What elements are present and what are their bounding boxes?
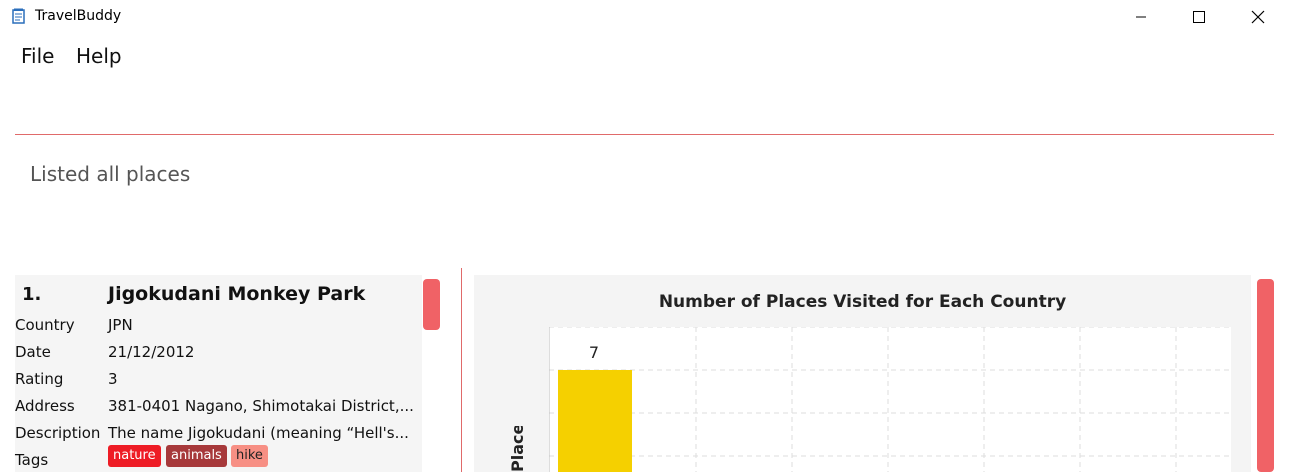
description-label: Description <box>15 424 101 442</box>
close-button[interactable] <box>1235 0 1281 34</box>
address-value: 381-0401 Nagano, Shimotakai District,... <box>108 397 414 415</box>
maximize-icon <box>1193 11 1205 23</box>
tag-animals: animals <box>166 445 227 467</box>
title-bar: TravelBuddy <box>0 0 1289 34</box>
menu-file[interactable]: File <box>21 44 54 68</box>
place-index: 1. <box>22 284 42 305</box>
rating-value: 3 <box>108 370 118 388</box>
command-box-divider <box>15 134 1274 135</box>
country-value: JPN <box>108 316 133 334</box>
result-display: Listed all places <box>30 162 191 186</box>
tag-nature: nature <box>108 445 161 467</box>
tags-label: Tags <box>15 451 49 469</box>
tag-hike: hike <box>231 445 268 467</box>
chart-panel-scrollbar[interactable] <box>1257 279 1274 472</box>
panel-divider <box>461 268 462 472</box>
bar-data-label: 7 <box>589 343 599 362</box>
y-axis-label-text: Places <box>509 426 527 472</box>
place-list-scrollbar[interactable] <box>423 279 440 330</box>
place-name: Jigokudani Monkey Park <box>108 283 366 305</box>
notepad-icon <box>12 8 25 24</box>
close-icon <box>1251 10 1265 24</box>
minimize-button[interactable] <box>1118 0 1164 34</box>
date-label: Date <box>15 343 51 361</box>
country-label: Country <box>15 316 75 334</box>
bar-chart: 7 <box>549 327 1231 472</box>
window-title: TravelBuddy <box>35 8 122 24</box>
description-value: The name Jigokudani (meaning “Hell's... <box>108 424 409 442</box>
chart-title: Number of Places Visited for Each Countr… <box>658 292 1067 312</box>
y-axis-label: Places <box>509 426 527 472</box>
maximize-button[interactable] <box>1176 0 1222 34</box>
date-value: 21/12/2012 <box>108 343 195 361</box>
bar <box>558 370 632 472</box>
rating-label: Rating <box>15 370 64 388</box>
place-list-panel: 1. Jigokudani Monkey Park Country JPN Da… <box>15 275 422 472</box>
minimize-icon <box>1136 16 1146 18</box>
address-label: Address <box>15 397 75 415</box>
menu-help[interactable]: Help <box>76 44 122 68</box>
